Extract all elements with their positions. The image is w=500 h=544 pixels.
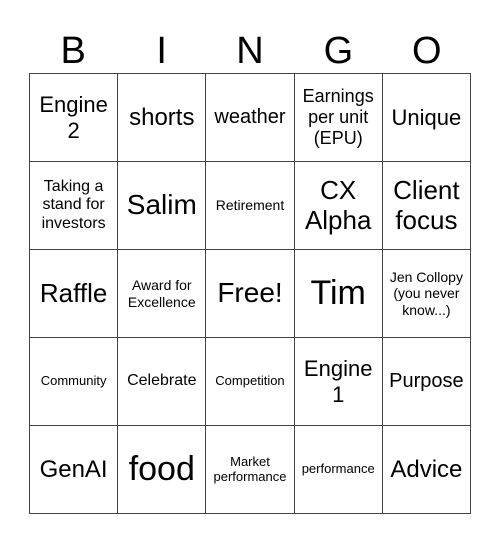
cell-text: Engine 1 [303,356,373,407]
cell-text: Competition [215,373,285,389]
cell-text: Award for Excellence [127,277,196,310]
bingo-grid: Engine 2 shorts weather Earnings per uni… [29,73,471,514]
cell-text: Engine 2 [39,92,108,143]
header-letter-b: B [60,30,86,72]
bingo-cell[interactable]: Engine 2 [30,74,119,162]
cell-text: Unique [391,104,462,130]
cell-text: Advice [390,455,463,483]
cell-text: Free! [217,277,283,309]
free-space-cell[interactable]: Free! [206,250,295,338]
cell-text: Purpose [389,370,464,392]
bingo-cell[interactable]: Advice [382,426,471,514]
bingo-cell[interactable]: performance [294,426,383,514]
cell-text: Taking a stand for investors [41,177,106,232]
cell-text: Community [40,373,107,389]
header-letter-o: O [412,30,442,72]
bingo-cell[interactable]: Salim [118,162,207,250]
cell-text: Tim [310,273,366,312]
bingo-cell[interactable]: Retirement [206,162,295,250]
bingo-cell[interactable]: Earnings per unit (EPU) [294,74,383,162]
bingo-cell[interactable]: Engine 1 [294,338,383,426]
bingo-cell[interactable]: Taking a stand for investors [30,162,119,250]
bingo-header: B I N G O [29,30,471,72]
bingo-cell[interactable]: Unique [382,74,471,162]
cell-text: Raffle [39,277,108,308]
cell-text: performance [301,461,375,477]
bingo-cell[interactable]: Tim [294,250,383,338]
header-letter-n: N [236,30,264,72]
cell-text: Celebrate [127,372,197,390]
cell-text: Salim [126,189,197,221]
cell-text: Client focus [393,174,460,235]
bingo-cell[interactable]: CX Alpha [294,162,383,250]
bingo-cell[interactable]: weather [206,74,295,162]
header-letter-g: G [323,30,354,72]
cell-text: Earnings per unit (EPU) [302,86,374,148]
bingo-cell[interactable]: Jen Collopy (you never know...) [382,250,471,338]
cell-text: GenAI [39,455,108,483]
bingo-cell[interactable]: Celebrate [118,338,207,426]
bingo-cell[interactable]: shorts [118,74,207,162]
cell-text: food [128,449,195,488]
header-letter-i: I [156,30,167,72]
cell-text: weather [214,106,286,128]
cell-text: shorts [129,103,195,131]
cell-text: Jen Collopy (you never know...) [389,269,463,318]
bingo-cell[interactable]: Purpose [382,338,471,426]
cell-text: Market performance [213,453,287,484]
bingo-cell[interactable]: Market performance [206,426,295,514]
bingo-cell[interactable]: Award for Excellence [118,250,207,338]
cell-text: Retirement [215,197,285,214]
cell-text: CX Alpha [304,174,372,235]
bingo-cell[interactable]: Client focus [382,162,471,250]
bingo-cell[interactable]: food [118,426,207,514]
bingo-cell[interactable]: GenAI [30,426,119,514]
bingo-cell[interactable]: Community [30,338,119,426]
bingo-cell[interactable]: Raffle [30,250,119,338]
bingo-cell[interactable]: Competition [206,338,295,426]
